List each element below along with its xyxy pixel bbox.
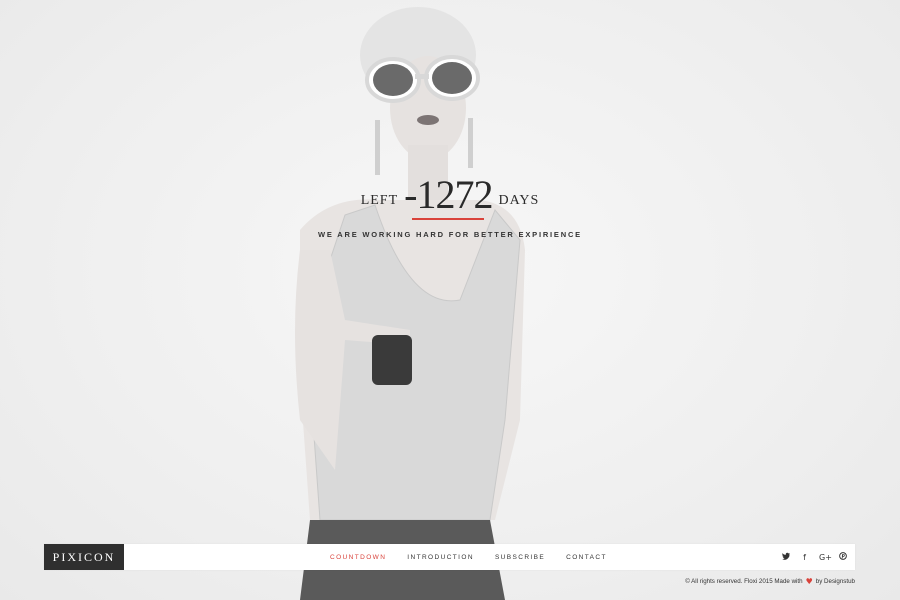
- countdown-underline: [412, 218, 485, 220]
- countdown-number: -1272: [404, 172, 493, 217]
- countdown-suffix: DAYS: [498, 193, 540, 208]
- nav-item-contact[interactable]: CONTACT: [566, 554, 607, 561]
- main-menu: COUNTDOWN INTRODUCTION SUBSCRIBE CONTACT: [330, 544, 607, 570]
- nav-item-countdown[interactable]: COUNTDOWN: [330, 554, 386, 561]
- googleplus-icon[interactable]: G+: [819, 553, 832, 562]
- nav-item-introduction[interactable]: INTRODUCTION: [407, 554, 474, 561]
- social-links: f G+: [781, 544, 847, 570]
- heart-icon: ♥: [805, 577, 813, 586]
- nav-item-subscribe[interactable]: SUBSCRIBE: [495, 554, 545, 561]
- pinterest-icon[interactable]: [838, 552, 847, 562]
- bottom-navbar: PIXICON COUNTDOWN INTRODUCTION SUBSCRIBE…: [44, 544, 855, 570]
- hero-model-image: [295, 7, 525, 600]
- copyright-text: © All rights reserved. Floxi 2015 Made w…: [685, 578, 803, 585]
- twitter-icon[interactable]: [781, 552, 790, 562]
- tagline: WE ARE WORKING HARD FOR BETTER EXPIRIENC…: [318, 230, 582, 239]
- footer-credits: © All rights reserved. Floxi 2015 Made w…: [685, 577, 855, 586]
- countdown-value: -1272: [404, 175, 493, 220]
- facebook-icon[interactable]: f: [800, 553, 809, 562]
- countdown-prefix: LEFT: [360, 193, 399, 208]
- brand-logo[interactable]: PIXICON: [44, 544, 124, 570]
- countdown-display: LEFT -1272 DAYS: [0, 175, 900, 220]
- credit-text: by Designstub: [815, 578, 855, 585]
